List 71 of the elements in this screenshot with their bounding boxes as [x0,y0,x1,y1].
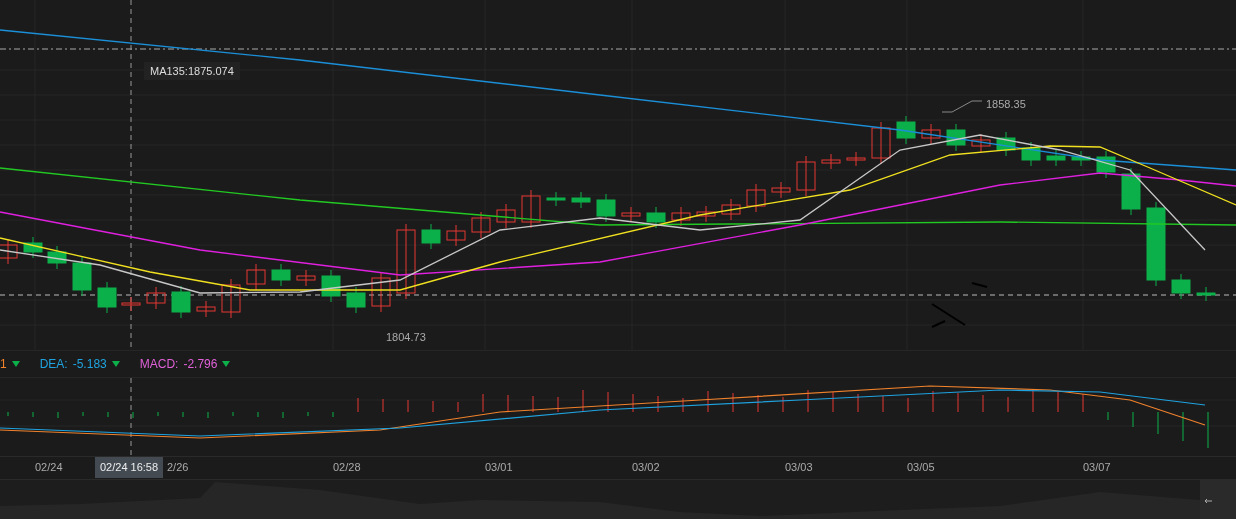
candlestick [196,300,216,318]
candlestick [0,238,18,265]
candlestick [946,123,966,152]
candlestick [646,206,666,229]
arrow-left-icon [1204,498,1212,504]
range-handle[interactable] [1200,480,1236,519]
candlestick [546,191,566,207]
axis-date-label: 03/03 [785,461,813,473]
high-price-label: 1858.35 [986,98,1026,110]
candlestick [246,263,266,291]
candlestick [896,115,916,145]
candlestick [846,151,866,167]
candlestick [271,263,291,287]
legend-label: DEA: [39,357,68,371]
legend-value: -5.183 [72,357,107,371]
candlestick [446,224,466,247]
candlestick [1021,141,1041,167]
candlestick [821,153,841,170]
candlestick [671,206,691,227]
candlestick [1196,286,1216,302]
candlestick [996,131,1016,157]
candlestick [1096,150,1116,179]
candlestick [171,285,191,319]
candlestick [23,236,43,259]
caret-icon[interactable] [111,361,120,367]
candlestick [571,191,591,209]
candlestick [596,193,616,223]
candlestick [321,269,341,303]
legend-value: -2.796 [183,357,218,371]
candlestick [221,278,241,319]
pen-stroke-drawing [931,282,988,328]
candlestick [1171,273,1191,300]
candlestick [521,189,541,229]
candlestick [971,133,991,153]
candlestick [346,286,366,314]
caret-icon[interactable] [222,361,231,367]
candlestick [47,245,67,270]
axis-date-label: 02/28 [333,461,361,473]
ma-value-tooltip: MA135:1875.074 [144,62,240,80]
candlestick [696,205,716,223]
candlestick [296,269,316,287]
candlestick [72,256,92,297]
candlestick [771,181,791,199]
candlestick [97,281,117,314]
axis-date-label: 03/02 [632,461,660,473]
candlestick [1071,150,1091,167]
candlestick [371,271,391,313]
candlestick [121,296,141,312]
candlestick [146,286,166,310]
candlestick [421,223,441,250]
candlestick [1046,149,1066,167]
legend-label: MACD: [139,357,179,371]
candlestick [496,203,516,229]
caret-icon[interactable] [11,361,20,367]
candlestick [796,155,816,197]
axis-date-label: 03/07 [1083,461,1111,473]
low-price-label: 1804.73 [386,331,426,343]
candlestick [921,123,941,145]
axis-date-label: 02/24 [35,461,63,473]
axis-date-label: 03/05 [907,461,935,473]
candlestick [621,206,641,223]
candlestick [1121,167,1141,216]
axis-date-label: 03/01 [485,461,513,473]
candlestick [721,198,741,221]
crosshair-time-label: 02/24 16:58 [95,457,164,478]
axis-date-label: 2/26 [167,461,189,473]
candlestick [871,121,891,165]
legend-value: 1 [0,357,7,371]
leader-line [942,99,982,113]
candlestick [471,211,491,239]
candlestick [746,183,766,213]
